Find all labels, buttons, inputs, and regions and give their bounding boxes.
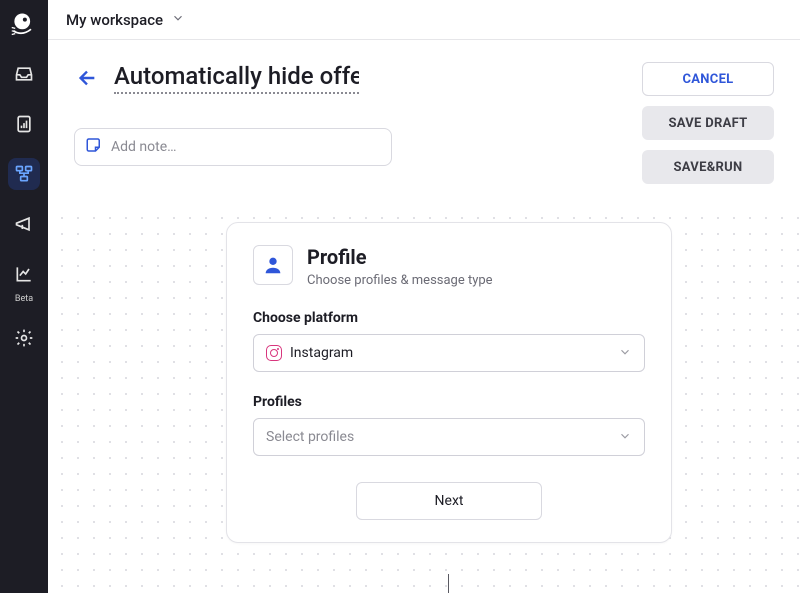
save-run-button[interactable]: SAVE&RUN: [642, 150, 774, 184]
platform-value: Instagram: [290, 345, 353, 361]
platform-select[interactable]: Instagram: [253, 334, 645, 372]
settings-icon[interactable]: [8, 322, 40, 354]
save-draft-button[interactable]: SAVE DRAFT: [642, 106, 774, 140]
profiles-placeholder: Select profiles: [266, 429, 354, 445]
cancel-button[interactable]: CANCEL: [642, 62, 774, 96]
card-subtitle: Choose profiles & message type: [307, 273, 493, 288]
flow-connector: [448, 574, 449, 593]
profile-icon: [253, 245, 293, 285]
note-icon: [85, 136, 103, 158]
app-logo: [8, 8, 40, 40]
automation-icon[interactable]: [8, 158, 40, 190]
campaigns-icon[interactable]: [8, 208, 40, 240]
back-button[interactable]: [74, 65, 100, 91]
inbox-icon[interactable]: [8, 58, 40, 90]
add-note-input[interactable]: Add note…: [74, 128, 392, 166]
profiles-label: Profiles: [253, 394, 645, 410]
reports-icon[interactable]: [8, 108, 40, 140]
profile-step-card: Profile Choose profiles & message type C…: [226, 222, 672, 543]
platform-label: Choose platform: [253, 310, 645, 326]
chevron-down-icon: [618, 428, 632, 447]
beta-label: Beta: [15, 294, 33, 304]
topbar: My workspace: [48, 0, 800, 40]
automation-title-input[interactable]: [114, 62, 359, 94]
next-button[interactable]: Next: [356, 482, 542, 520]
chevron-down-icon[interactable]: [171, 10, 185, 29]
note-placeholder: Add note…: [111, 139, 176, 155]
workspace-name[interactable]: My workspace: [66, 11, 163, 29]
instagram-icon: [266, 345, 282, 361]
flow-canvas[interactable]: Profile Choose profiles & message type C…: [48, 204, 800, 593]
sidebar: Beta: [0, 0, 48, 593]
analytics-icon[interactable]: [8, 258, 40, 290]
card-title: Profile: [307, 245, 493, 269]
chevron-down-icon: [618, 344, 632, 363]
profiles-select[interactable]: Select profiles: [253, 418, 645, 456]
